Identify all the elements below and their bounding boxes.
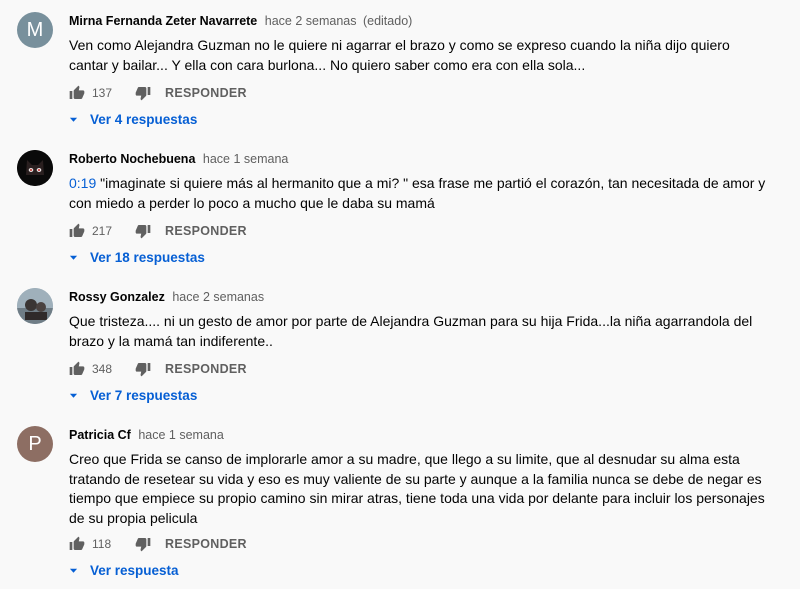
- comment-actions: 217 RESPONDER: [69, 221, 247, 241]
- comment-body: Mirna Fernanda Zeter Navarrete hace 2 se…: [69, 12, 769, 75]
- like-count: 348: [92, 362, 113, 376]
- reply-button[interactable]: RESPONDER: [165, 362, 247, 376]
- author-name[interactable]: Patricia Cf: [69, 428, 131, 442]
- edited-label: (editado): [362, 14, 413, 28]
- avatar[interactable]: [17, 288, 53, 324]
- thumb-up-icon[interactable]: [69, 361, 85, 377]
- comment-header: Patricia Cf hace 1 semana: [69, 426, 769, 444]
- thumb-down-icon[interactable]: [135, 536, 151, 552]
- comment-header: Roberto Nochebuena hace 1 semana: [69, 150, 769, 168]
- thumb-up-icon[interactable]: [69, 536, 85, 552]
- comment-text-content: "imaginate si quiere más al hermanito qu…: [69, 175, 766, 211]
- comment-header: Mirna Fernanda Zeter Navarrete hace 2 se…: [69, 12, 769, 30]
- comment-time[interactable]: hace 1 semana: [138, 428, 223, 442]
- comment-time[interactable]: hace 1 semana: [203, 152, 288, 166]
- comment-text: Que tristeza.... ni un gesto de amor por…: [69, 312, 769, 351]
- view-replies-label: Ver 4 respuestas: [90, 111, 198, 127]
- thumb-down-icon[interactable]: [135, 223, 151, 239]
- comment-text: Ven como Alejandra Guzman no le quiere n…: [69, 36, 769, 75]
- caret-down-icon: [69, 117, 78, 122]
- cat-avatar-icon: [17, 150, 53, 186]
- comment-text-content: Que tristeza.... ni un gesto de amor por…: [69, 313, 753, 349]
- comment-time[interactable]: hace 2 semanas: [265, 14, 357, 28]
- view-replies-button[interactable]: Ver respuesta: [69, 560, 179, 580]
- thumb-up-icon[interactable]: [69, 85, 85, 101]
- video-timestamp-link[interactable]: 0:19: [69, 175, 96, 191]
- comment-header: Rossy Gonzalez hace 2 semanas: [69, 288, 769, 306]
- view-replies-label: Ver respuesta: [90, 562, 179, 578]
- caret-down-icon: [69, 568, 78, 573]
- author-name[interactable]: Roberto Nochebuena: [69, 152, 195, 166]
- author-name[interactable]: Rossy Gonzalez: [69, 290, 165, 304]
- comment-actions: 118 RESPONDER: [69, 534, 247, 554]
- comment-text-content: Ven como Alejandra Guzman no le quiere n…: [69, 37, 730, 73]
- comment-text: Creo que Frida se canso de implorarle am…: [69, 450, 769, 528]
- avatar[interactable]: [17, 150, 53, 186]
- comment-body: Rossy Gonzalez hace 2 semanas Que triste…: [69, 288, 769, 351]
- avatar[interactable]: P: [17, 426, 53, 462]
- comment-text: 0:19 "imaginate si quiere más al hermani…: [69, 174, 769, 213]
- caret-down-icon: [69, 393, 78, 398]
- view-replies-label: Ver 18 respuestas: [90, 249, 205, 265]
- like-count: 217: [92, 224, 113, 238]
- reply-button[interactable]: RESPONDER: [165, 224, 247, 238]
- thumb-down-icon[interactable]: [135, 361, 151, 377]
- view-replies-button[interactable]: Ver 18 respuestas: [69, 247, 205, 267]
- author-name[interactable]: Mirna Fernanda Zeter Navarrete: [69, 14, 257, 28]
- avatar-letter: M: [26, 18, 44, 41]
- reply-button[interactable]: RESPONDER: [165, 86, 247, 100]
- like-count: 118: [92, 537, 112, 551]
- reply-button[interactable]: RESPONDER: [165, 537, 247, 551]
- comment-time[interactable]: hace 2 semanas: [172, 290, 264, 304]
- avatar-letter: P: [28, 432, 42, 455]
- comment-body: Patricia Cf hace 1 semana Creo que Frida…: [69, 426, 769, 528]
- thumb-up-icon[interactable]: [69, 223, 85, 239]
- avatar[interactable]: M: [17, 12, 53, 48]
- photo-avatar-icon: [17, 288, 53, 324]
- caret-down-icon: [69, 255, 78, 260]
- like-count: 137: [92, 86, 113, 100]
- view-replies-label: Ver 7 respuestas: [90, 387, 198, 403]
- comment-text-content: Creo que Frida se canso de implorarle am…: [69, 451, 765, 526]
- comment-actions: 348 RESPONDER: [69, 359, 247, 379]
- view-replies-button[interactable]: Ver 4 respuestas: [69, 109, 197, 129]
- comment-actions: 137 RESPONDER: [69, 83, 247, 103]
- view-replies-button[interactable]: Ver 7 respuestas: [69, 385, 197, 405]
- thumb-down-icon[interactable]: [135, 85, 151, 101]
- comment-body: Roberto Nochebuena hace 1 semana 0:19 "i…: [69, 150, 769, 213]
